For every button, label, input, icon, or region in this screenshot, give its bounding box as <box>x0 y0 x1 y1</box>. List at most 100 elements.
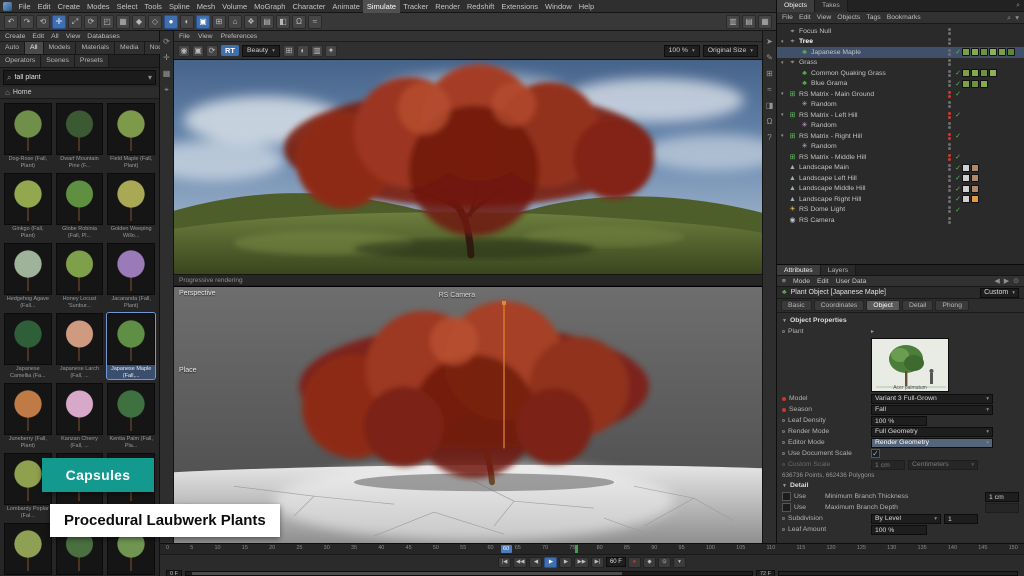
range-scrollbar[interactable] <box>185 571 753 576</box>
plant-preview[interactable]: Acer palmatum <box>871 338 949 392</box>
visibility-dots[interactable] <box>948 185 951 192</box>
plant-asset[interactable]: Golden Weeping Willo... <box>107 173 155 239</box>
menu-item[interactable]: MoGraph <box>251 0 289 13</box>
menu-item[interactable]: Window <box>542 0 576 13</box>
object-name[interactable]: Blue Grama <box>811 80 945 87</box>
plant-asset[interactable]: Japanese Maple (Fall,... <box>107 313 155 379</box>
plant-asset[interactable]: Dog-Rose (Fall, Plant) <box>4 103 52 169</box>
go-to-end-button[interactable]: ▶| <box>591 557 604 568</box>
asset-tab[interactable]: Auto <box>0 42 25 54</box>
rt-toggle[interactable]: RT <box>221 45 239 56</box>
camera-label[interactable]: RS Camera <box>439 292 476 299</box>
object-row[interactable]: ▲ Landscape Main ✓ <box>777 163 1024 174</box>
menu-item[interactable]: Bookmarks <box>887 14 921 21</box>
object-row[interactable]: ▾ ⊞ RS Matrix - Main Ground ✓ <box>777 89 1024 100</box>
object-name[interactable]: RS Matrix - Right Hill <box>799 133 945 140</box>
object-name[interactable]: RS Camera <box>799 217 945 224</box>
expand-icon[interactable]: ▸ <box>871 328 874 335</box>
enabled-check-icon[interactable]: ✓ <box>954 174 962 182</box>
menu-item[interactable]: Extensions <box>498 0 542 13</box>
enabled-check-icon[interactable]: ✓ <box>954 195 962 203</box>
filter-icon[interactable]: ▾ <box>148 74 152 82</box>
section-detail[interactable]: ▼ Detail <box>782 480 1019 491</box>
layout-icon[interactable]: ▥ <box>726 15 740 29</box>
tool-icon[interactable]: Ω <box>764 116 775 127</box>
go-to-start-button[interactable]: |◀ <box>498 557 511 568</box>
menu-item[interactable]: Edit <box>34 0 54 13</box>
plant-asset[interactable]: Honey Locust 'Sunbur... <box>56 243 104 309</box>
visibility-dots[interactable] <box>948 196 951 203</box>
custom-scale-unit-select[interactable]: Centimeters ▾ <box>908 460 978 470</box>
tool-icon[interactable]: ✎ <box>764 52 775 63</box>
texture-tag[interactable] <box>1007 48 1015 56</box>
object-name[interactable]: Common Quaking Grass <box>811 70 945 77</box>
next-keyframe-button[interactable]: ▶▶ <box>574 557 588 568</box>
visibility-dots[interactable] <box>948 217 951 224</box>
toolbar-icon[interactable]: ↶ <box>4 15 18 29</box>
enabled-check-icon[interactable]: ✓ <box>954 90 962 98</box>
toolbar-icon[interactable]: ◰ <box>100 15 114 29</box>
plant-asset[interactable]: Japanese Larch (Fall, ... <box>56 313 104 379</box>
menu-item[interactable]: File <box>179 33 190 40</box>
breadcrumb[interactable]: ⌂ Home <box>0 87 159 99</box>
object-name[interactable]: Random <box>811 122 945 129</box>
toolbar-icon[interactable]: ❖ <box>244 15 258 29</box>
plant-asset[interactable]: Jacaranda (Fall, Plant) <box>107 243 155 309</box>
visibility-dots[interactable] <box>948 49 951 56</box>
search-input[interactable] <box>14 74 145 81</box>
object-row[interactable]: ✳ Random <box>777 142 1024 153</box>
tool-icon[interactable]: ➤ <box>764 36 775 47</box>
menu-item[interactable]: Redshift <box>463 0 498 13</box>
plant-asset[interactable]: Juneberry (Fall, Plant) <box>4 383 52 449</box>
object-name[interactable]: RS Matrix - Middle Hill <box>799 154 945 161</box>
custom-scale-field[interactable]: 1 cm <box>871 460 905 470</box>
menu-item[interactable]: Edit <box>817 278 829 285</box>
search-icon[interactable]: ⌕ <box>1007 13 1011 23</box>
object-name[interactable]: Tree <box>799 38 945 45</box>
menu-item[interactable]: Databases <box>87 33 120 40</box>
enabled-check-icon[interactable]: ✓ <box>954 185 962 193</box>
texture-tag[interactable] <box>971 69 979 77</box>
object-row[interactable]: ⌖ Focus Null <box>777 26 1024 37</box>
lock-icon[interactable]: ⊙ <box>1013 277 1019 285</box>
keyframe-button[interactable]: ◆ <box>643 557 656 568</box>
object-row[interactable]: ⊞ RS Matrix - Middle Hill ✓ <box>777 152 1024 163</box>
toolbar-icon[interactable]: ⊞ <box>212 15 226 29</box>
texture-tag[interactable] <box>998 48 1006 56</box>
enabled-check-icon[interactable]: ✓ <box>954 111 962 119</box>
attribute-tab[interactable]: Phong <box>935 300 969 311</box>
menu-item[interactable]: Edit <box>32 33 44 40</box>
plant-asset[interactable]: Kentia Palm (Fall, Pla... <box>107 383 155 449</box>
plant-asset[interactable]: Japanese Camellia (Fa... <box>4 313 52 379</box>
object-row[interactable]: ▾ ⌖ Grass <box>777 58 1024 69</box>
enabled-check-icon[interactable]: ✓ <box>954 80 962 88</box>
toolbar-icon[interactable]: ⤢ <box>68 15 82 29</box>
tool-icon[interactable]: ▦ <box>161 68 172 79</box>
use-max-branch-checkbox[interactable] <box>782 503 791 512</box>
toolbar-icon[interactable]: ◇ <box>148 15 162 29</box>
menu-item[interactable]: Modes <box>84 0 114 13</box>
tool-icon[interactable]: ⌖ <box>161 84 172 95</box>
render-tool-icon[interactable]: ▥ <box>311 45 323 57</box>
plant-asset[interactable]: Dwarf Mountain Pine (F... <box>56 103 104 169</box>
panel-tab[interactable]: Layers <box>821 265 856 275</box>
asset-tab[interactable]: All <box>25 42 44 54</box>
object-name[interactable]: Japanese Maple <box>811 49 945 56</box>
asset-tab[interactable]: Materials <box>76 42 115 54</box>
texture-tag[interactable] <box>971 80 979 88</box>
enabled-check-icon[interactable]: ✓ <box>954 69 962 77</box>
menu-item[interactable]: View <box>817 14 832 21</box>
range-thumb[interactable] <box>192 572 622 575</box>
visibility-dots[interactable] <box>948 154 951 161</box>
toolbar-icon[interactable]: ≈ <box>308 15 322 29</box>
toolbar-icon[interactable]: ⌂ <box>228 15 242 29</box>
next-frame-button[interactable]: ▶ <box>559 557 572 568</box>
asset-tab[interactable]: Models <box>44 42 77 54</box>
texture-tag[interactable] <box>980 69 988 77</box>
menu-item[interactable]: All <box>51 33 59 40</box>
visibility-dots[interactable] <box>948 112 951 119</box>
visibility-dots[interactable] <box>948 133 951 140</box>
texture-tag[interactable] <box>980 80 988 88</box>
texture-tag[interactable] <box>971 174 979 182</box>
tool-icon[interactable]: ⟳ <box>161 36 172 47</box>
